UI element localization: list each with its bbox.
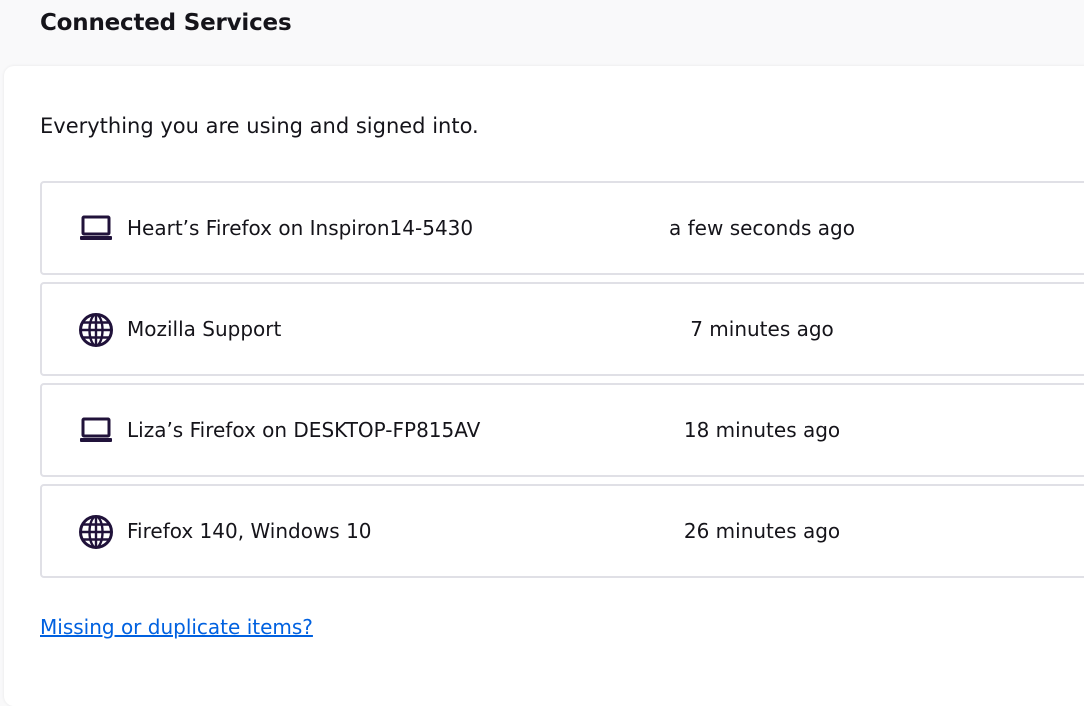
service-row[interactable]: Heart’s Firefox on Inspiron14-5430 a few…	[40, 181, 1084, 275]
service-last-active: 7 minutes ago	[690, 317, 834, 341]
service-last-active: 18 minutes ago	[683, 418, 841, 442]
service-name: Mozilla Support	[127, 317, 282, 341]
connected-services-card: Everything you are using and signed into…	[4, 66, 1084, 706]
laptop-icon	[78, 211, 114, 247]
globe-icon	[78, 514, 114, 550]
service-name: Liza’s Firefox on DESKTOP-FP815AV	[127, 418, 481, 442]
missing-items-link[interactable]: Missing or duplicate items?	[40, 615, 313, 639]
services-list: Heart’s Firefox on Inspiron14-5430 a few…	[40, 181, 1084, 585]
service-row[interactable]: Firefox 140, Windows 10 26 minutes ago	[40, 484, 1084, 578]
service-last-active: 26 minutes ago	[683, 519, 841, 543]
service-name: Firefox 140, Windows 10	[127, 519, 372, 543]
service-row[interactable]: Liza’s Firefox on DESKTOP-FP815AV 18 min…	[40, 383, 1084, 477]
intro-text: Everything you are using and signed into…	[40, 114, 479, 138]
service-last-active: a few seconds ago	[669, 216, 855, 240]
service-row[interactable]: Mozilla Support 7 minutes ago	[40, 282, 1084, 376]
service-name: Heart’s Firefox on Inspiron14-5430	[127, 216, 474, 240]
laptop-icon	[78, 413, 114, 449]
page-title: Connected Services	[40, 10, 292, 36]
globe-icon	[78, 312, 114, 348]
